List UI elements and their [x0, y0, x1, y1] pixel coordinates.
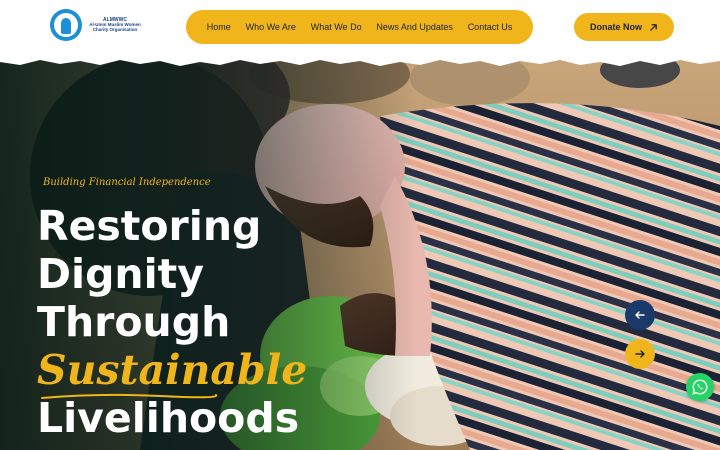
nav-who-we-are[interactable]: Who We Are — [246, 22, 296, 32]
logo-organisation-name: Al-Umm Muslim Women Charity Organisation — [89, 21, 141, 32]
donate-now-button[interactable]: Donate Now — [574, 13, 674, 41]
site-logo[interactable]: ALMWWC Al-Umm Muslim Women Charity Organ… — [50, 9, 144, 41]
logo-text: ALMWWC Al-Umm Muslim Women Charity Organ… — [86, 17, 144, 33]
slider-prev-button[interactable] — [625, 300, 655, 330]
nav-contact-us[interactable]: Contact Us — [468, 22, 513, 32]
headline-accent-word: Sustainable — [37, 346, 308, 394]
donate-label: Donate Now — [589, 22, 642, 32]
accent-underline-swash — [41, 393, 218, 399]
whatsapp-icon — [692, 379, 708, 395]
hero-slider: Building Financial Independence Restorin… — [0, 56, 720, 450]
site-header: ALMWWC Al-Umm Muslim Women Charity Organ… — [0, 0, 720, 56]
headline-line-5: Livelihoods — [37, 394, 300, 442]
arrow-right-icon — [635, 350, 645, 358]
arrow-left-icon — [635, 311, 645, 319]
arrow-up-right-icon — [650, 23, 657, 31]
nav-what-we-do[interactable]: What We Do — [311, 22, 362, 32]
headline-line-3: Through — [37, 298, 231, 346]
nav-news-and-updates[interactable]: News And Updates — [376, 22, 453, 32]
hero-headline: Restoring Dignity Through Sustainable Li… — [37, 202, 307, 442]
whatsapp-chat-button[interactable] — [686, 373, 714, 401]
nav-home[interactable]: Home — [207, 22, 231, 32]
headline-line-2: Dignity — [37, 250, 205, 298]
main-nav: Home Who We Are What We Do News And Upda… — [186, 10, 533, 44]
torn-edge-divider — [0, 56, 720, 66]
headline-line-1: Restoring — [37, 202, 262, 250]
slider-next-button[interactable] — [625, 339, 655, 369]
hero-tagline: Building Financial Independence — [43, 177, 211, 188]
logo-emblem-icon — [50, 9, 82, 41]
